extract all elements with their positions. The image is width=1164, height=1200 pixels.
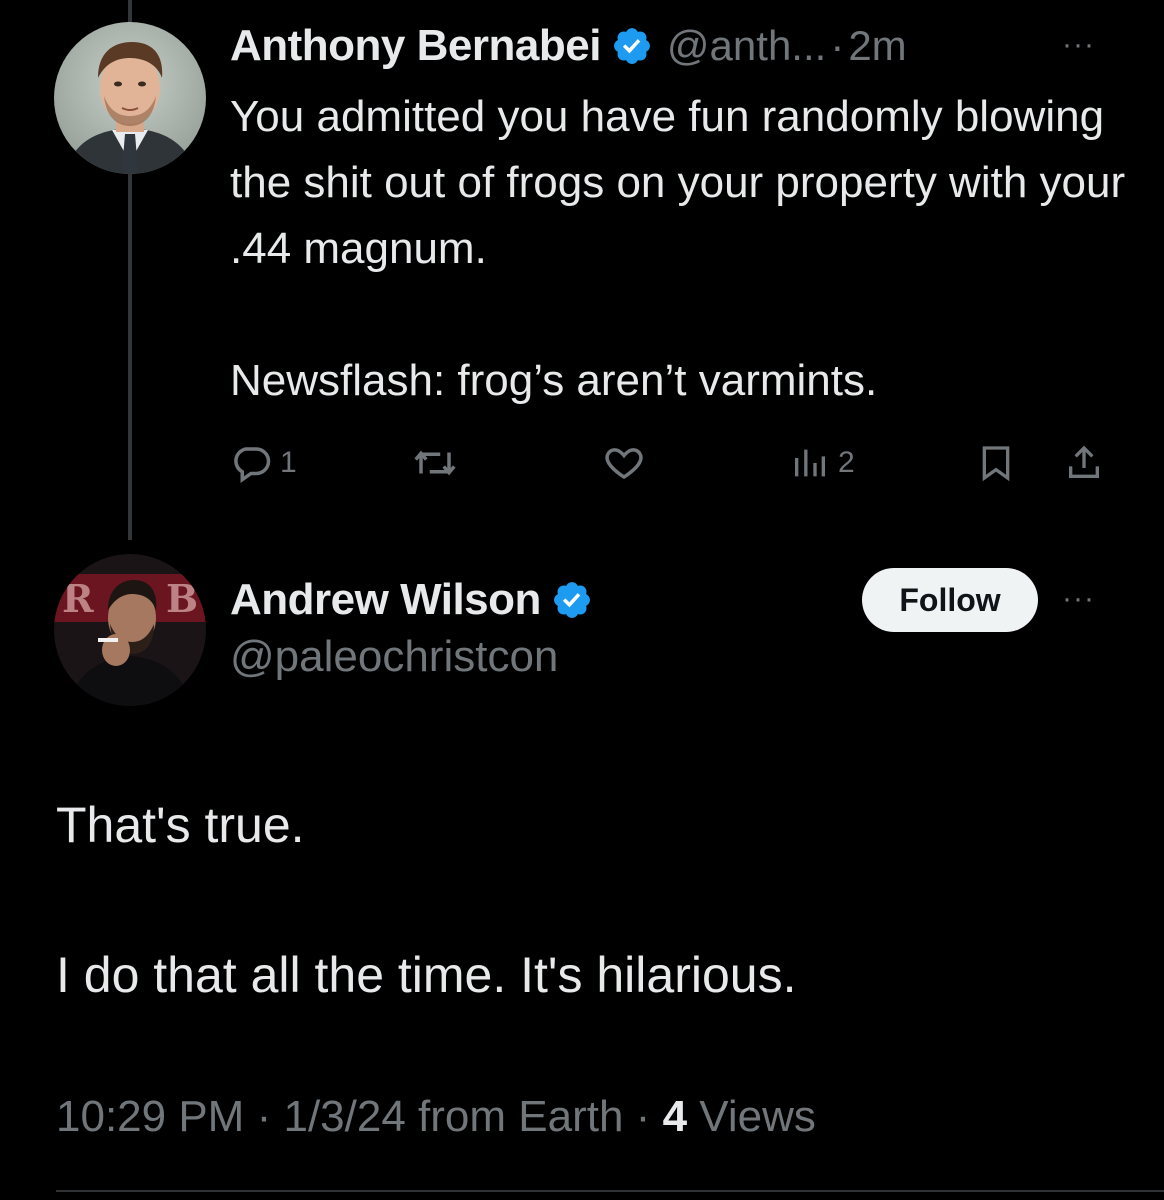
separator-dot: · bbox=[635, 1092, 651, 1141]
avatar[interactable] bbox=[54, 22, 206, 174]
avatar-photo-anthony bbox=[54, 22, 206, 174]
avatar-photo-andrew: R B bbox=[54, 554, 206, 706]
like-button[interactable] bbox=[602, 442, 646, 484]
share-button[interactable] bbox=[1064, 442, 1104, 484]
timestamp[interactable]: 2m bbox=[848, 22, 906, 70]
heart-icon bbox=[602, 442, 646, 484]
tweet-date[interactable]: 1/3/24 bbox=[283, 1092, 405, 1141]
tweet-paragraph: Newsflash: frog’s aren’t varmints. bbox=[230, 356, 878, 405]
author-handle[interactable]: @paleochristcon bbox=[230, 632, 558, 682]
tweet-source: from Earth bbox=[418, 1092, 624, 1141]
tweet-paragraph: That's true. bbox=[56, 797, 305, 853]
share-icon bbox=[1064, 442, 1104, 484]
verified-badge-icon bbox=[611, 25, 653, 67]
reply-author-row: Anthony Bernabei @anth... · 2m bbox=[230, 14, 907, 78]
views-label: Views bbox=[699, 1092, 816, 1141]
bookmark-icon bbox=[976, 442, 1016, 484]
divider bbox=[56, 1190, 1164, 1192]
views-button[interactable]: 2 bbox=[790, 442, 855, 484]
avatar[interactable]: R B bbox=[54, 554, 206, 706]
follow-button[interactable]: Follow bbox=[862, 568, 1038, 632]
tweet-meta: 10:29 PM · 1/3/24 from Earth · 4 Views bbox=[56, 1092, 816, 1142]
views-count: 2 bbox=[838, 446, 855, 479]
reply-button[interactable]: 1 bbox=[230, 442, 297, 484]
tweet-time[interactable]: 10:29 PM bbox=[56, 1092, 244, 1141]
tweet-paragraph: You admitted you have fun randomly blowi… bbox=[230, 92, 1126, 273]
more-icon[interactable]: ··· bbox=[1062, 584, 1095, 614]
bookmark-button[interactable] bbox=[976, 442, 1016, 484]
svg-text:B: B bbox=[166, 576, 198, 621]
tweet-paragraph: I do that all the time. It's hilarious. bbox=[56, 947, 797, 1003]
retweet-icon bbox=[412, 442, 458, 484]
reply-icon bbox=[230, 442, 272, 484]
author-handle[interactable]: @anth... bbox=[667, 22, 826, 70]
main-author-row: Andrew Wilson bbox=[230, 568, 593, 632]
verified-badge-icon bbox=[551, 579, 593, 621]
author-name[interactable]: Anthony Bernabei bbox=[230, 21, 601, 71]
reply-count: 1 bbox=[280, 446, 297, 479]
separator-dot: · bbox=[256, 1092, 272, 1141]
retweet-button[interactable] bbox=[412, 442, 458, 484]
views-icon bbox=[790, 442, 830, 484]
more-icon[interactable]: ··· bbox=[1062, 30, 1095, 60]
author-name[interactable]: Andrew Wilson bbox=[230, 575, 541, 625]
separator-dot: · bbox=[830, 22, 845, 69]
svg-text:R: R bbox=[62, 576, 94, 621]
views-count[interactable]: 4 bbox=[663, 1092, 687, 1141]
tweet-text: You admitted you have fun randomly blowi… bbox=[230, 84, 1130, 414]
